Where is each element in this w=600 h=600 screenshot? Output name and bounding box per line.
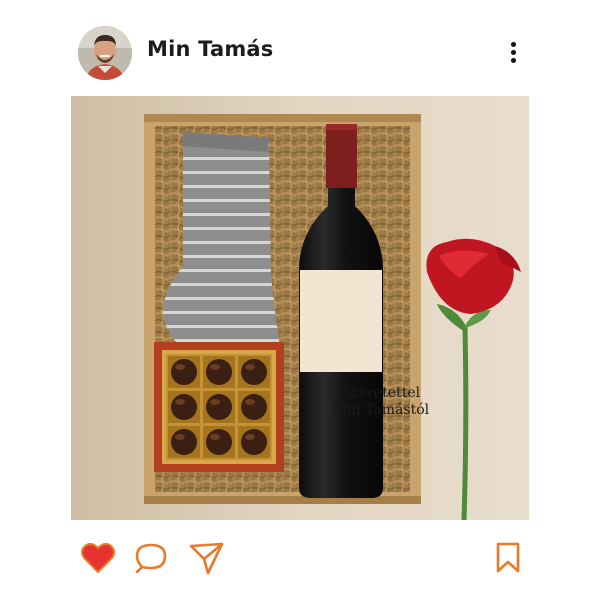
bookmark-icon <box>496 542 520 573</box>
bonbon-highlight <box>175 434 185 440</box>
send-icon <box>189 542 224 575</box>
bonbon <box>241 394 267 420</box>
bonbon <box>171 429 197 455</box>
bottle-label-line2: Min Tamástól <box>332 402 430 418</box>
more-options-icon[interactable] <box>500 38 528 68</box>
bonbon <box>171 359 197 385</box>
bonbon-highlight <box>245 364 255 370</box>
chocolate-bonbons <box>168 356 270 458</box>
bottle-label-line1: Szeretettel <box>341 385 421 401</box>
bonbon-highlight <box>175 399 185 405</box>
bonbon-highlight <box>210 364 220 370</box>
bonbon-highlight <box>210 399 220 405</box>
bonbon <box>241 359 267 385</box>
comment-icon <box>135 543 167 574</box>
bonbon <box>206 429 232 455</box>
comment-button[interactable] <box>133 540 169 576</box>
bonbon-highlight <box>245 434 255 440</box>
author-avatar[interactable] <box>78 26 132 80</box>
save-button[interactable] <box>490 540 526 576</box>
bonbon-highlight <box>175 364 185 370</box>
avatar-photo <box>78 26 132 80</box>
bonbon <box>206 394 232 420</box>
bonbon <box>241 429 267 455</box>
author-name[interactable]: Min Tamás <box>147 37 274 61</box>
heart-icon <box>81 542 115 574</box>
bonbon-highlight <box>245 399 255 405</box>
bonbon-highlight <box>210 434 220 440</box>
bonbon <box>171 394 197 420</box>
share-button[interactable] <box>188 540 224 576</box>
like-button[interactable] <box>80 540 116 576</box>
bonbon <box>206 359 232 385</box>
post-image[interactable]: Szeretettel Min Tamástól <box>71 96 529 520</box>
